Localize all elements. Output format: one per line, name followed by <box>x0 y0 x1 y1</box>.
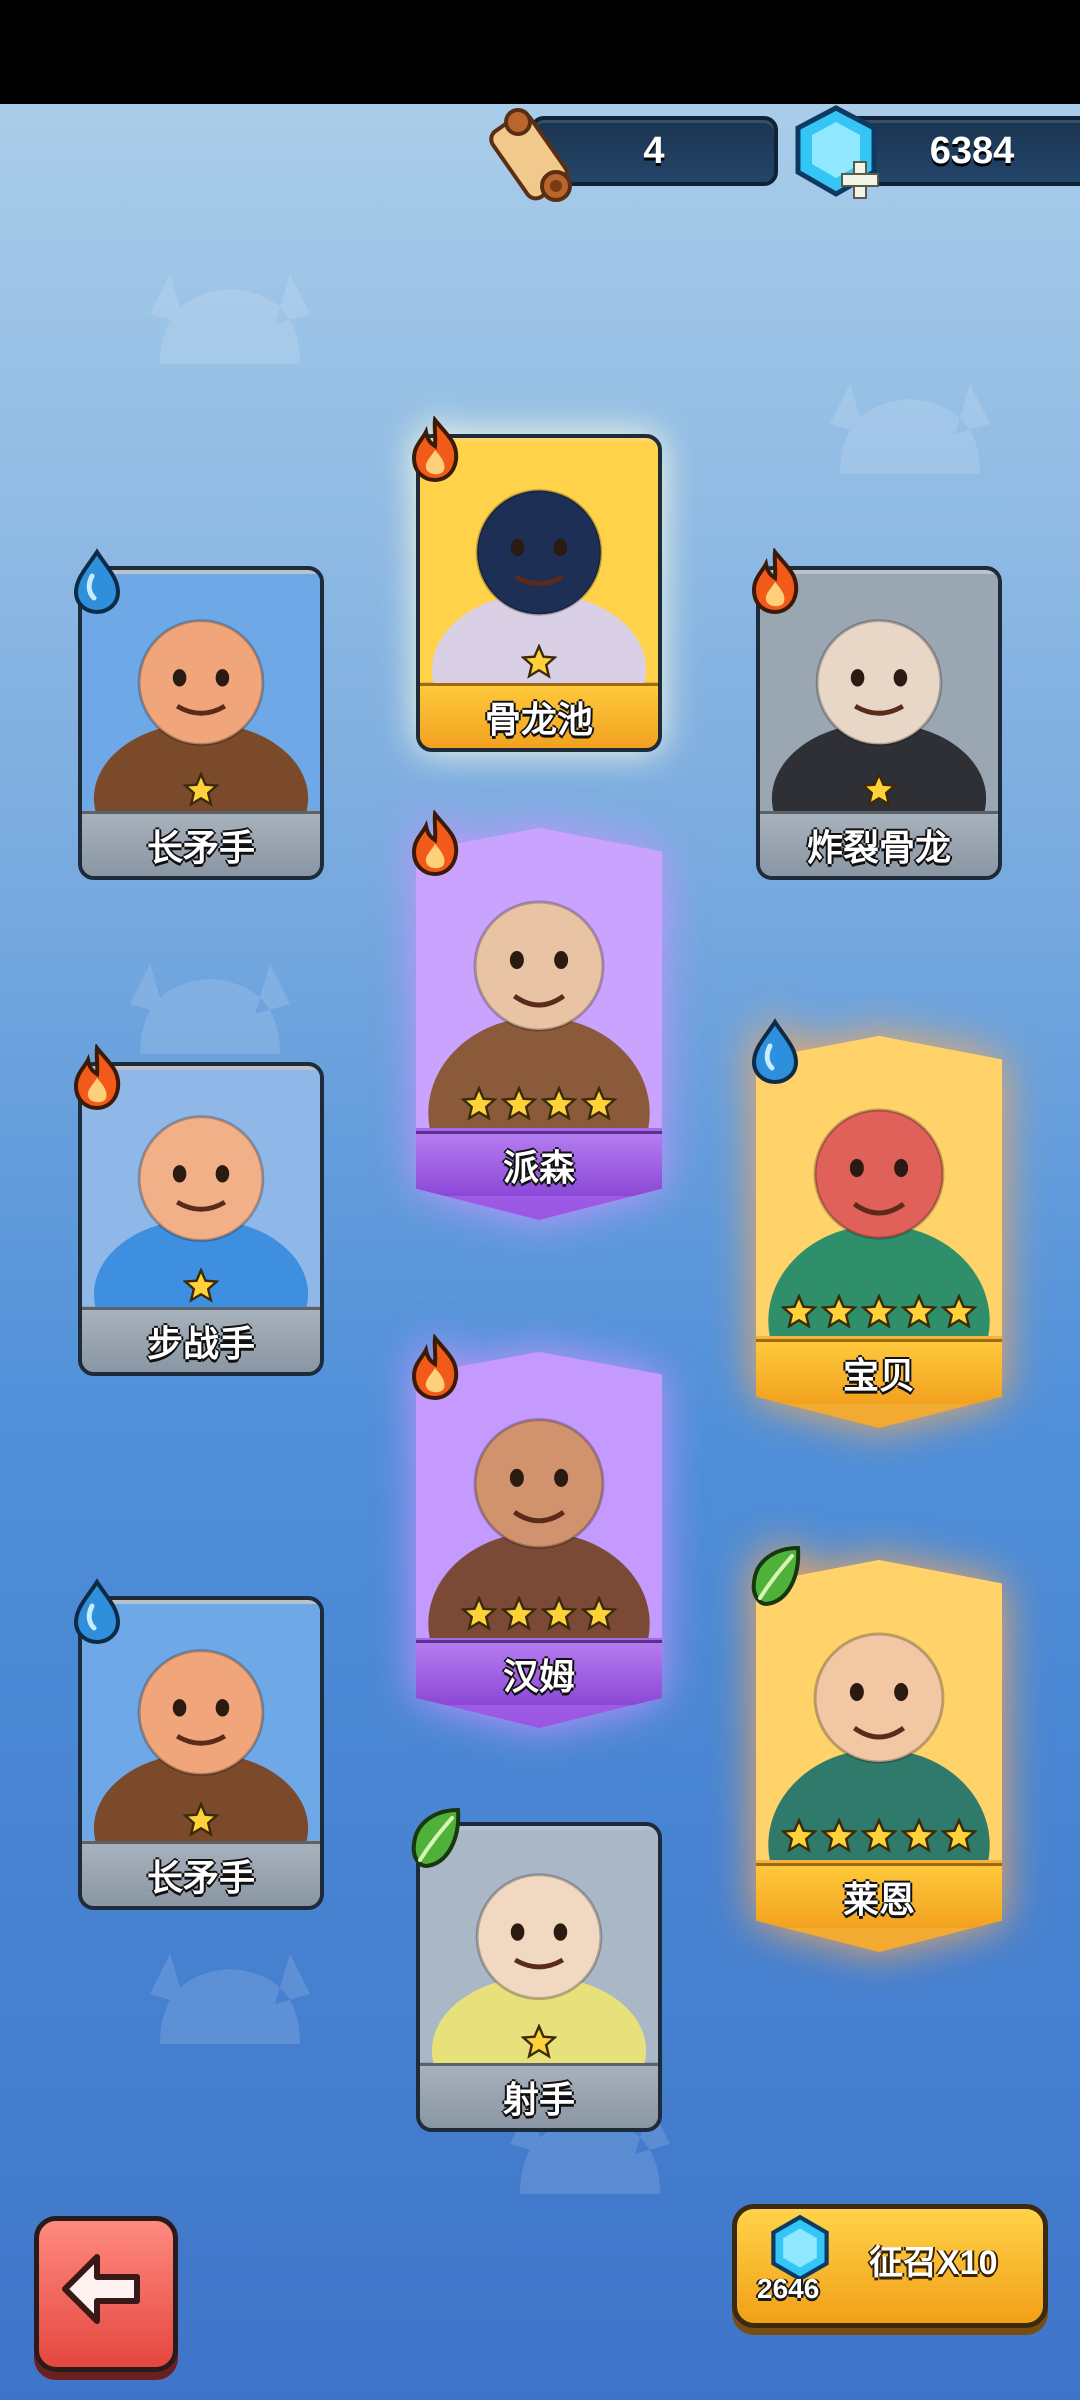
helmet-watermark <box>150 1954 310 2044</box>
card-hanmu[interactable]: 汉姆 <box>411 1334 662 1728</box>
summon-label: 征召X10 <box>869 2244 998 2282</box>
star-icon <box>861 1294 897 1329</box>
star-rating <box>82 1268 320 1304</box>
card-name: 炸裂骨龙 <box>760 811 998 876</box>
leaf-element-icon <box>411 1807 461 1869</box>
fire-element-icon <box>73 1044 121 1111</box>
scroll-icon <box>489 108 572 202</box>
star-icon <box>901 1818 937 1853</box>
water-element-icon <box>73 1578 121 1645</box>
star-icon <box>861 772 897 807</box>
card-name: 射手 <box>420 2063 658 2128</box>
star-icon <box>821 1818 857 1853</box>
star-icon <box>501 1086 537 1121</box>
star-icon <box>461 1596 497 1631</box>
fire-element-icon <box>411 810 459 877</box>
summon-x10-button[interactable]: 2646 征召X10 <box>732 2204 1048 2328</box>
star-icon <box>521 2024 557 2059</box>
star-rating <box>416 1596 662 1632</box>
card-frame: 莱恩 <box>756 1560 1002 1952</box>
star-icon <box>941 1294 977 1329</box>
star-icon <box>781 1294 817 1329</box>
card-laien[interactable]: 莱恩 <box>751 1545 1002 1952</box>
star-icon <box>821 1294 857 1329</box>
star-rating <box>420 644 658 680</box>
star-icon <box>461 1086 497 1121</box>
card-name: 长矛手 <box>82 811 320 876</box>
star-rating <box>420 2024 658 2060</box>
card-name: 派森 <box>416 1131 662 1197</box>
card-name: 长矛手 <box>82 1841 320 1906</box>
star-icon <box>183 772 219 807</box>
gem-count: 6384 <box>929 129 1015 172</box>
card-paisen[interactable]: 派森 <box>411 810 662 1220</box>
card-name: 步战手 <box>82 1307 320 1372</box>
card-spearman-2[interactable]: 长矛手 <box>73 1578 324 1910</box>
card-frame: 汉姆 <box>416 1352 662 1728</box>
star-icon <box>781 1818 817 1853</box>
card-frame: 宝贝 <box>756 1036 1002 1428</box>
card-spearman-1[interactable]: 长矛手 <box>73 548 324 880</box>
star-rating <box>82 772 320 808</box>
star-icon <box>581 1086 617 1121</box>
star-rating <box>82 1802 320 1838</box>
leaf-element-icon <box>751 1545 801 1607</box>
water-element-icon <box>73 548 121 615</box>
back-arrow-icon <box>62 2254 140 2324</box>
card-name: 汉姆 <box>416 1640 662 1706</box>
card-name: 宝贝 <box>756 1339 1002 1405</box>
card-footman[interactable]: 步战手 <box>73 1044 324 1376</box>
summon-cost: 2646 <box>757 2273 820 2304</box>
fire-element-icon <box>751 548 799 615</box>
helmet-watermark <box>830 384 990 474</box>
card-name: 骨龙池 <box>420 683 658 748</box>
star-icon <box>861 1818 897 1853</box>
card-archer[interactable]: 射手 <box>411 1807 662 2132</box>
card-exploding-bone-dragon[interactable]: 炸裂骨龙 <box>751 548 1002 880</box>
star-rating <box>756 1818 1002 1854</box>
star-icon <box>541 1596 577 1631</box>
gem-plus-icon[interactable] <box>788 102 888 202</box>
star-rating <box>756 1294 1002 1330</box>
card-bone-dragon-pool[interactable]: 骨龙池 <box>411 416 662 752</box>
helmet-watermark <box>150 274 310 364</box>
water-element-icon <box>751 1018 799 1085</box>
star-icon <box>901 1294 937 1329</box>
fire-element-icon <box>411 1334 459 1401</box>
star-icon <box>541 1086 577 1121</box>
star-icon <box>581 1596 617 1631</box>
star-icon <box>521 644 557 679</box>
star-icon <box>183 1802 219 1837</box>
star-rating <box>416 1086 662 1122</box>
card-baobei[interactable]: 宝贝 <box>751 1018 1002 1428</box>
star-icon <box>183 1268 219 1303</box>
star-rating <box>760 772 998 808</box>
scroll-count: 4 <box>643 129 665 172</box>
fire-element-icon <box>411 416 459 483</box>
back-button[interactable] <box>34 2216 178 2372</box>
card-frame: 派森 <box>416 828 662 1220</box>
card-name: 莱恩 <box>756 1863 1002 1929</box>
star-icon <box>501 1596 537 1631</box>
star-icon <box>941 1818 977 1853</box>
